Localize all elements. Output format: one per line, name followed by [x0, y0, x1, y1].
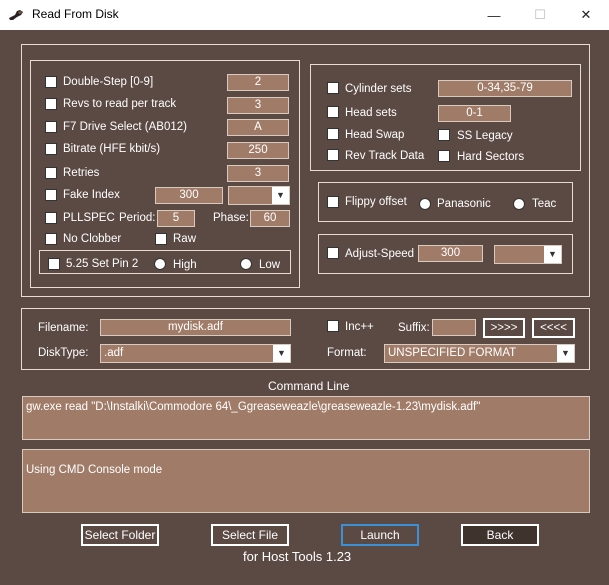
retries-label: Retries — [63, 167, 100, 179]
maximize-button[interactable]: ☐ — [517, 0, 563, 30]
title-bar: Read From Disk — ☐ ✕ — [0, 0, 609, 30]
filename-field[interactable]: mydisk.adf — [100, 319, 291, 336]
client-area: Double-Step [0-9] 2 Revs to read per tra… — [0, 30, 609, 585]
pllspec-label: PLLSPEC — [63, 212, 115, 224]
double-step-checkbox[interactable] — [45, 76, 57, 88]
chevron-down-icon: ▼ — [272, 187, 289, 204]
launch-button[interactable]: Launch — [341, 524, 419, 546]
bitrate-checkbox[interactable] — [45, 143, 57, 155]
minimize-button[interactable]: — — [471, 0, 517, 30]
pin2-high-label: High — [173, 259, 197, 271]
select-file-button[interactable]: Select File — [211, 524, 289, 546]
footer-version: for Host Tools 1.23 — [243, 549, 352, 564]
panasonic-label: Panasonic — [437, 198, 491, 210]
format-label: Format: — [327, 347, 367, 359]
console-output[interactable]: Using CMD Console mode — [22, 449, 590, 513]
f7-drive-label: F7 Drive Select (AB012) — [63, 121, 187, 133]
app-icon — [8, 7, 24, 23]
raw-label: Raw — [173, 233, 197, 245]
flippy-offset-checkbox[interactable] — [327, 196, 339, 208]
teac-label: Teac — [532, 198, 557, 210]
period-label: Period: — [119, 212, 156, 224]
fake-index-unit-select[interactable]: ▼ — [228, 186, 290, 205]
next-suffix-button[interactable]: >>>> — [483, 318, 525, 338]
double-step-field[interactable]: 2 — [227, 74, 289, 91]
f7-drive-field[interactable]: A — [227, 119, 289, 136]
bitrate-label: Bitrate (HFE kbit/s) — [63, 143, 161, 155]
command-line-text[interactable]: gw.exe read "D:\Instalki\Commodore 64\_G… — [22, 396, 590, 440]
suffix-field[interactable] — [432, 319, 476, 336]
filename-label: Filename: — [38, 322, 89, 334]
f7-drive-checkbox[interactable] — [45, 121, 57, 133]
head-sets-checkbox[interactable] — [327, 106, 339, 118]
disktype-select[interactable]: .adf ▼ — [100, 344, 291, 363]
chevron-down-icon: ▼ — [557, 345, 574, 362]
no-clobber-label: No Clobber — [63, 233, 122, 245]
retries-field[interactable]: 3 — [227, 165, 289, 182]
teac-radio[interactable] — [513, 198, 525, 210]
pin2-low-radio[interactable] — [240, 258, 252, 270]
head-swap-label: Head Swap — [345, 129, 405, 141]
chevron-down-icon: ▼ — [544, 246, 561, 263]
fake-index-checkbox[interactable] — [45, 189, 57, 201]
maximize-icon: ☐ — [534, 7, 546, 22]
adjust-speed-field[interactable]: 300 — [418, 245, 483, 262]
no-clobber-checkbox[interactable] — [45, 233, 57, 245]
double-step-label: Double-Step [0-9] — [63, 76, 154, 88]
period-field[interactable]: 5 — [157, 210, 195, 227]
fake-index-field[interactable]: 300 — [155, 187, 223, 204]
retries-checkbox[interactable] — [45, 167, 57, 179]
ss-legacy-label: SS Legacy — [457, 130, 513, 142]
head-swap-checkbox[interactable] — [327, 128, 339, 140]
close-button[interactable]: ✕ — [563, 0, 609, 30]
ss-legacy-checkbox[interactable] — [438, 129, 450, 141]
panasonic-radio[interactable] — [419, 198, 431, 210]
inc-label: Inc++ — [345, 321, 374, 333]
minimize-icon: — — [487, 7, 501, 23]
close-icon: ✕ — [580, 7, 592, 22]
cylinder-sets-checkbox[interactable] — [327, 82, 339, 94]
cylinder-sets-label: Cylinder sets — [345, 83, 412, 95]
suffix-label: Suffix: — [398, 322, 430, 334]
bitrate-field[interactable]: 250 — [227, 142, 289, 159]
disktype-value: .adf — [104, 347, 124, 359]
rev-track-data-checkbox[interactable] — [327, 149, 339, 161]
window-title: Read From Disk — [32, 7, 119, 21]
cylinder-sets-field[interactable]: 0-34,35-79 — [438, 80, 572, 97]
prev-suffix-button[interactable]: <<<< — [532, 318, 575, 338]
head-sets-label: Head sets — [345, 107, 397, 119]
flippy-offset-label: Flippy offset — [345, 196, 407, 208]
pllspec-checkbox[interactable] — [45, 212, 57, 224]
adjust-speed-label: Adjust-Speed — [345, 248, 415, 260]
format-value: UNSPECIFIED FORMAT — [388, 347, 517, 359]
inc-checkbox[interactable] — [327, 320, 339, 332]
hard-sectors-label: Hard Sectors — [457, 151, 525, 163]
revs-field[interactable]: 3 — [227, 97, 289, 114]
adjust-speed-unit-select[interactable]: ▼ — [494, 245, 562, 264]
fake-index-label: Fake Index — [63, 189, 120, 201]
revs-label: Revs to read per track — [63, 98, 177, 110]
set-pin2-checkbox[interactable] — [48, 258, 60, 270]
raw-checkbox[interactable] — [155, 233, 167, 245]
format-select[interactable]: UNSPECIFIED FORMAT ▼ — [384, 344, 575, 363]
chevron-down-icon: ▼ — [273, 345, 290, 362]
set-pin2-label: 5.25 Set Pin 2 — [66, 258, 139, 270]
pin2-high-radio[interactable] — [154, 258, 166, 270]
back-button[interactable]: Back — [461, 524, 539, 546]
hard-sectors-checkbox[interactable] — [438, 150, 450, 162]
disktype-label: DiskType: — [38, 347, 89, 359]
rev-track-data-label: Rev Track Data — [345, 150, 425, 162]
head-sets-field[interactable]: 0-1 — [438, 105, 511, 122]
pin2-low-label: Low — [259, 259, 281, 271]
command-line-heading: Command Line — [268, 379, 350, 393]
revs-checkbox[interactable] — [45, 98, 57, 110]
phase-label: Phase: — [213, 212, 249, 224]
phase-field[interactable]: 60 — [250, 210, 290, 227]
select-folder-button[interactable]: Select Folder — [81, 524, 159, 546]
adjust-speed-checkbox[interactable] — [327, 247, 339, 259]
